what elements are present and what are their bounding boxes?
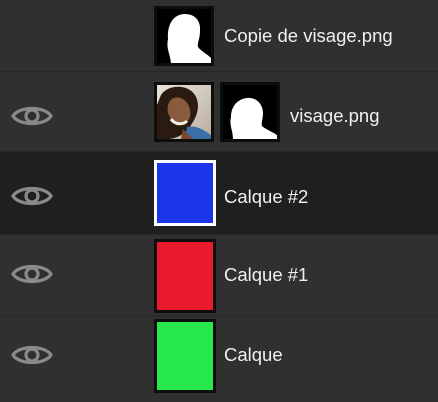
green-fill-swatch xyxy=(157,322,213,390)
layer-row-visage[interactable]: visage.png xyxy=(0,72,438,152)
visibility-toggle[interactable] xyxy=(11,261,53,287)
blue-fill-swatch xyxy=(157,163,213,223)
eye-icon xyxy=(11,264,53,284)
red-fill-swatch xyxy=(157,242,213,310)
layer-row-calque-1[interactable]: Calque #1 xyxy=(0,235,438,317)
layers-panel: Copie de visage.png visage.png Calque #2… xyxy=(0,0,438,402)
layer-name: Calque xyxy=(224,344,283,365)
layer-name: visage.png xyxy=(290,105,380,126)
eye-icon xyxy=(11,106,53,126)
layer-row-calque[interactable]: Calque xyxy=(0,317,438,402)
visibility-toggle[interactable] xyxy=(11,183,53,209)
visibility-toggle-off[interactable] xyxy=(11,23,53,49)
layer-mask-thumbnail[interactable] xyxy=(220,82,280,142)
layer-color-thumbnail[interactable] xyxy=(154,319,216,393)
face-photo-icon xyxy=(157,85,211,139)
layer-name: Copie de visage.png xyxy=(224,25,393,46)
silhouette-mask-icon xyxy=(157,9,211,63)
layer-image-thumbnail[interactable] xyxy=(154,82,214,142)
layer-name: Calque #1 xyxy=(224,264,309,285)
silhouette-mask-icon xyxy=(223,85,277,139)
eye-icon xyxy=(11,186,53,206)
layer-name: Calque #2 xyxy=(224,186,309,207)
eye-icon xyxy=(11,345,53,365)
layer-mask-thumbnail[interactable] xyxy=(154,6,214,66)
layer-color-thumbnail[interactable] xyxy=(154,160,216,226)
layer-row-calque-2[interactable]: Calque #2 xyxy=(0,152,438,235)
layer-row-copie-de-visage[interactable]: Copie de visage.png xyxy=(0,0,438,72)
visibility-toggle[interactable] xyxy=(11,342,53,368)
visibility-toggle[interactable] xyxy=(11,103,53,129)
layer-color-thumbnail[interactable] xyxy=(154,239,216,313)
